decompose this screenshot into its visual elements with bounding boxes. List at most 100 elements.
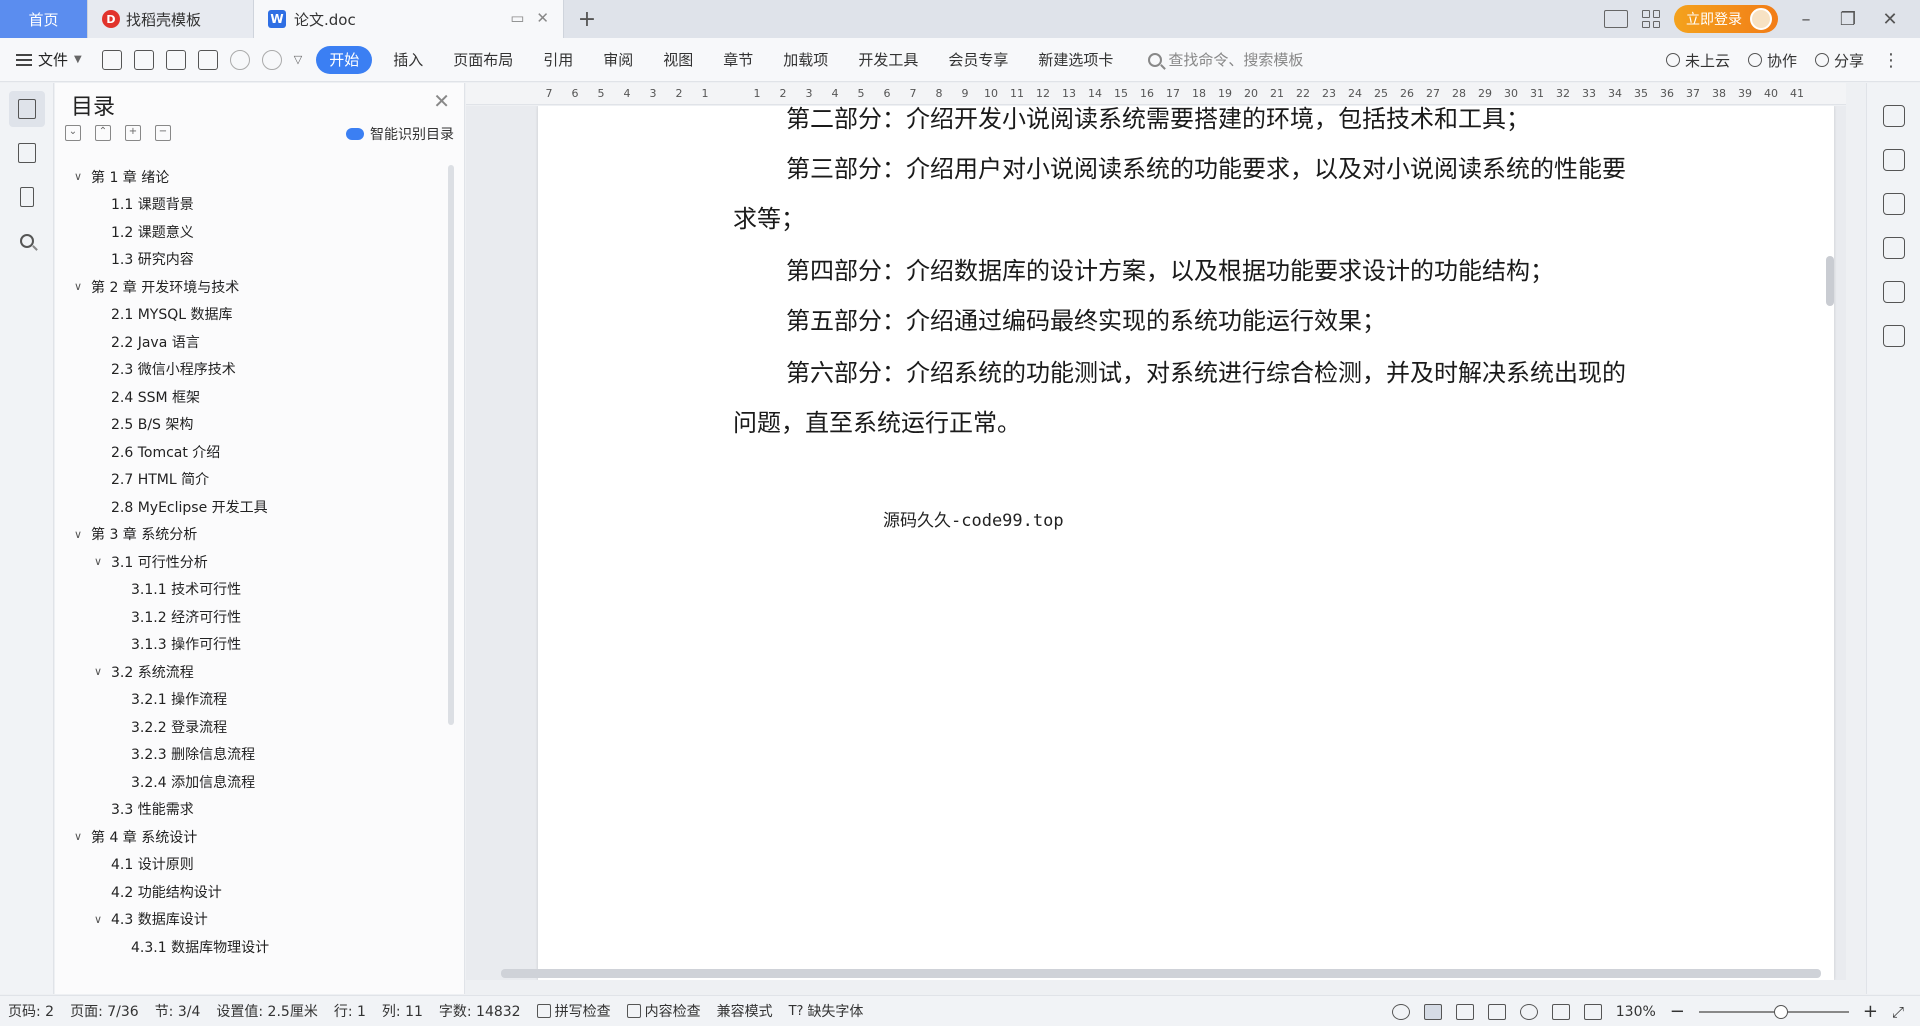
- toc-item[interactable]: 4.2 功能结构设计: [55, 878, 445, 906]
- toc-item[interactable]: 2.4 SSM 框架: [55, 383, 445, 411]
- status-section[interactable]: 节: 3/4: [147, 1001, 209, 1021]
- scroll-thumb[interactable]: [501, 969, 1821, 978]
- add-level-icon[interactable]: +: [125, 125, 141, 141]
- cursor-icon[interactable]: [1883, 149, 1905, 171]
- export-pdf-icon[interactable]: [133, 49, 154, 70]
- split-view-icon[interactable]: [1604, 10, 1628, 28]
- zoom-level[interactable]: 130%: [1616, 1004, 1656, 1020]
- toc-item[interactable]: 2.8 MyEclipse 开发工具: [55, 493, 445, 521]
- chevron-down-icon[interactable]: ∨: [91, 913, 105, 926]
- missing-font-button[interactable]: T? 缺失字体: [781, 1001, 872, 1021]
- toc-item[interactable]: 1.3 研究内容: [55, 246, 445, 274]
- print-icon[interactable]: [165, 49, 186, 70]
- command-search[interactable]: 查找命令、搜索模板: [1148, 49, 1303, 70]
- chevron-down-icon[interactable]: ∨: [91, 665, 105, 678]
- toc-item[interactable]: 2.1 MYSQL 数据库: [55, 301, 445, 329]
- expand-all-icon[interactable]: ⌃: [95, 125, 111, 141]
- toc-item[interactable]: 2.5 B/S 架构: [55, 411, 445, 439]
- share-button[interactable]: 分享: [1814, 50, 1864, 71]
- close-button[interactable]: ✕: [1876, 9, 1904, 30]
- undo-icon[interactable]: [229, 49, 250, 70]
- toc-item[interactable]: 2.7 HTML 简介: [55, 466, 445, 494]
- reader-icon[interactable]: [1883, 325, 1905, 347]
- minimize-button[interactable]: –: [1792, 9, 1820, 30]
- zoom-out-button[interactable]: −: [1670, 1001, 1685, 1022]
- toc-item[interactable]: 3.2.4 添加信息流程: [55, 768, 445, 796]
- chevron-down-icon[interactable]: ∨: [71, 170, 85, 183]
- new-tab-button[interactable]: +: [564, 0, 610, 38]
- tab-template[interactable]: D 找稻壳模板: [88, 0, 254, 38]
- chevron-down-icon[interactable]: ∨: [91, 555, 105, 568]
- document-page[interactable]: 第二部分：介绍开发小说阅读系统需要搭建的环境，包括技术和工具； 第三部分：介绍用…: [538, 106, 1834, 980]
- web-view-icon[interactable]: [1519, 1003, 1538, 1020]
- toc-item[interactable]: ∨ 第 3 章 系统分析: [55, 521, 445, 549]
- tab-document[interactable]: W 论文.doc ▭ ✕: [254, 0, 564, 38]
- outline-view-icon[interactable]: [1455, 1003, 1474, 1020]
- fullscreen-icon[interactable]: ⤢: [1892, 1003, 1904, 1021]
- close-icon[interactable]: ✕: [433, 89, 450, 113]
- redo-icon[interactable]: [261, 49, 282, 70]
- more-vertical-icon[interactable]: ⋮: [1882, 50, 1900, 71]
- smart-toc-button[interactable]: 智能识别目录: [346, 124, 454, 144]
- ribbon-tab[interactable]: 审阅: [588, 46, 648, 74]
- status-page-code[interactable]: 页码: 2: [0, 1001, 62, 1021]
- find-button[interactable]: [9, 223, 45, 259]
- ai-assist-icon[interactable]: [1883, 281, 1905, 303]
- collab-button[interactable]: 协作: [1747, 50, 1797, 71]
- ribbon-tab[interactable]: 开发工具: [843, 46, 933, 74]
- toc-scrollbar[interactable]: [448, 165, 454, 725]
- ribbon-tab[interactable]: 插入: [378, 46, 438, 74]
- content-check-button[interactable]: 内容检查: [619, 1001, 709, 1021]
- toc-item[interactable]: ∨ 3.1 可行性分析: [55, 548, 445, 576]
- ribbon-tab[interactable]: 引用: [528, 46, 588, 74]
- cloud-status-button[interactable]: 未上云: [1665, 50, 1730, 71]
- zoom-slider[interactable]: [1698, 1004, 1849, 1019]
- spell-check-button[interactable]: 拼写检查: [529, 1001, 619, 1021]
- status-page[interactable]: 页面: 7/36: [62, 1001, 147, 1021]
- horizontal-scrollbar[interactable]: [501, 966, 1821, 980]
- toc-item[interactable]: 2.6 Tomcat 介绍: [55, 438, 445, 466]
- tab-close-icon[interactable]: ✕: [536, 9, 549, 27]
- horizontal-ruler[interactable]: 7 6 5 4 3 2 1 1 2 3 4 5 6 7 8 9 10 11 12 13 14 15 16 17 18 19 20 21…: [466, 83, 1846, 105]
- toc-item[interactable]: 4.1 设计原则: [55, 851, 445, 879]
- zoom-in-button[interactable]: +: [1863, 1001, 1878, 1022]
- chevron-down-icon[interactable]: ∨: [71, 280, 85, 293]
- toc-item[interactable]: 2.3 微信小程序技术: [55, 356, 445, 384]
- eye-protect-icon[interactable]: [1391, 1003, 1410, 1020]
- pin-icon[interactable]: ▭: [510, 9, 524, 27]
- toc-item[interactable]: 1.1 课题背景: [55, 191, 445, 219]
- toc-item[interactable]: 3.1.1 技术可行性: [55, 576, 445, 604]
- read-view-icon[interactable]: [1487, 1003, 1506, 1020]
- toc-item[interactable]: 3.1.2 经济可行性: [55, 603, 445, 631]
- ribbon-tab[interactable]: 会员专享: [933, 46, 1023, 74]
- write-mode-icon[interactable]: [1551, 1003, 1570, 1020]
- file-menu-button[interactable]: 文件 ▼: [16, 49, 82, 70]
- toc-item[interactable]: 4.3.1 数据库物理设计: [55, 933, 445, 961]
- ribbon-tab[interactable]: 页面布局: [438, 46, 528, 74]
- login-button[interactable]: 立即登录: [1674, 5, 1778, 33]
- vertical-scrollbar[interactable]: [1826, 256, 1834, 306]
- image-tool-icon[interactable]: [1883, 237, 1905, 259]
- page-view-icon[interactable]: [1423, 1003, 1442, 1020]
- ribbon-tab[interactable]: 视图: [648, 46, 708, 74]
- toc-item[interactable]: ∨ 3.2 系统流程: [55, 658, 445, 686]
- toc-panel-button[interactable]: [9, 91, 45, 127]
- chevron-down-icon[interactable]: ∨: [71, 528, 85, 541]
- restore-button[interactable]: ❐: [1834, 9, 1862, 30]
- pen-icon[interactable]: [1883, 105, 1905, 127]
- ribbon-tab[interactable]: 开始: [316, 45, 373, 74]
- more-dropdown-icon[interactable]: ▽: [294, 53, 302, 66]
- toc-item[interactable]: ∨ 第 2 章 开发环境与技术: [55, 273, 445, 301]
- status-row[interactable]: 行: 1: [326, 1001, 374, 1021]
- apps-grid-icon[interactable]: [1642, 10, 1660, 28]
- fit-page-icon[interactable]: [1583, 1003, 1602, 1020]
- ribbon-tab[interactable]: 章节: [708, 46, 768, 74]
- toc-item[interactable]: ∨ 4.3 数据库设计: [55, 906, 445, 934]
- navigation-button[interactable]: [9, 135, 45, 171]
- toc-item[interactable]: 3.2.3 删除信息流程: [55, 741, 445, 769]
- tab-home[interactable]: 首页: [0, 0, 88, 38]
- status-col[interactable]: 列: 11: [374, 1001, 431, 1021]
- ribbon-tab[interactable]: 加载项: [768, 46, 843, 74]
- toc-item[interactable]: ∨ 第 1 章 绪论: [55, 163, 445, 191]
- ribbon-tab[interactable]: 新建选项卡: [1023, 46, 1128, 74]
